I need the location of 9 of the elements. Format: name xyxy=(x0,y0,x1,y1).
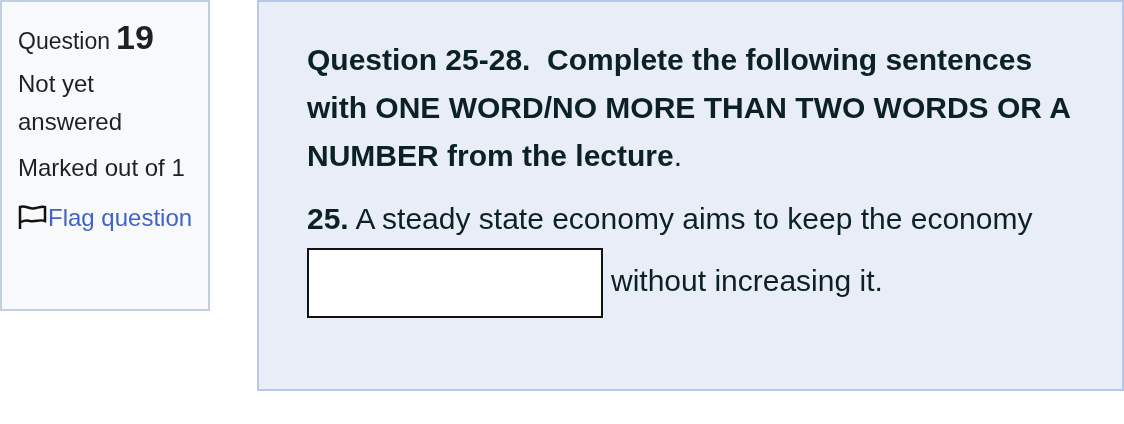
question-text: 25. A steady state economy aims to keep the economy xyxy=(307,202,1033,235)
answer-status: Not yet answered xyxy=(18,69,124,137)
question-text-end: without increasing it. xyxy=(611,263,883,297)
question-label: Question xyxy=(18,28,111,55)
question-number: 19 xyxy=(116,18,154,57)
flag-question-link[interactable]: Flag question xyxy=(18,199,196,237)
marks-text: Marked out of 1 xyxy=(18,153,186,183)
instructions-text: Question 25-28. Complete the following sentences with ONE WORD/NO MORE THAN TWO WORDS OR A NUMBER from the lecture. xyxy=(307,42,1071,174)
answer-field[interactable] xyxy=(307,248,603,318)
